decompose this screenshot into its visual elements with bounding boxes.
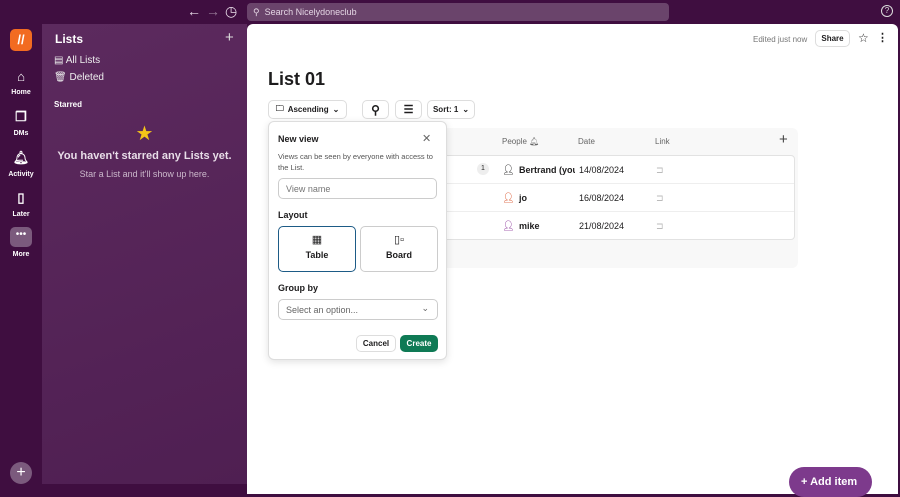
- bookmark-icon: ▯: [17, 190, 25, 205]
- lists-panel: Lists + ▤ All Lists 🗑︎ Deleted Starred ★…: [42, 24, 247, 484]
- starred-heading: Starred: [54, 100, 83, 109]
- empty-subtitle: Star a List and it'll show up here.: [79, 169, 210, 179]
- rail-home[interactable]: ⌂ Home: [0, 69, 42, 96]
- date-cell: 21/08/2024: [579, 221, 625, 231]
- filter-icon[interactable]: ☰: [395, 100, 422, 119]
- search-input[interactable]: ⚲ Search Nicelydoneclub: [247, 3, 669, 21]
- layout-board-option[interactable]: ▯▫ Board: [360, 226, 438, 272]
- edited-status: Edited just now: [753, 35, 808, 44]
- popover-title: New view: [278, 134, 319, 144]
- add-column-icon[interactable]: +: [779, 131, 788, 148]
- person-name: mike: [519, 221, 540, 231]
- star-outline-icon[interactable]: ☆: [858, 31, 869, 45]
- bell-icon: 🔔︎: [529, 137, 540, 146]
- create-new-icon[interactable]: +: [10, 462, 32, 484]
- kebab-menu-icon[interactable]: ⋮: [877, 31, 888, 44]
- link-icon[interactable]: ⊐: [656, 221, 664, 232]
- group-by-select[interactable]: Select an option... ⌄: [278, 299, 438, 320]
- empty-title: You haven't starred any Lists yet.: [57, 150, 232, 162]
- view-selector[interactable]: 🗀 Ascending ⌄: [268, 100, 347, 119]
- column-date[interactable]: Date: [578, 137, 595, 146]
- layout-label: Layout: [278, 210, 308, 220]
- rail-activity[interactable]: 🔔︎ Activity: [0, 150, 42, 178]
- search-button[interactable]: ⚲: [362, 100, 389, 119]
- dms-icon: ❐: [15, 109, 27, 124]
- column-people[interactable]: People 🔔︎: [502, 137, 539, 146]
- add-item-button[interactable]: + Add item: [789, 467, 872, 497]
- folder-icon: 🗀: [275, 103, 284, 113]
- history-icon[interactable]: ◷: [225, 3, 237, 20]
- group-by-label: Group by: [278, 283, 318, 293]
- page-title: List 01: [268, 69, 326, 89]
- comment-count-badge: 1: [477, 163, 489, 175]
- chevron-down-icon: ⌄: [332, 105, 340, 114]
- date-cell: 14/08/2024: [579, 165, 625, 175]
- avatar: 👤︎: [502, 165, 515, 176]
- all-lists-link[interactable]: ▤ All Lists: [54, 55, 100, 66]
- link-icon[interactable]: ⊐: [656, 165, 664, 176]
- rail-more[interactable]: More: [0, 251, 42, 258]
- board-icon: ▯▫: [394, 234, 404, 246]
- avatar: 👤︎: [502, 221, 515, 232]
- rail-dms[interactable]: ❐ DMs: [0, 109, 42, 137]
- avatar: 👤︎: [502, 193, 515, 204]
- star-icon: ★: [135, 123, 154, 145]
- workspace-logo[interactable]: //: [10, 29, 32, 51]
- new-view-popover: New view ✕ Views can be seen by everyone…: [268, 121, 447, 360]
- more-icon[interactable]: •••: [10, 227, 32, 247]
- person-name: jo: [519, 193, 527, 203]
- date-cell: 16/08/2024: [579, 193, 625, 203]
- home-icon: ⌂: [17, 69, 25, 84]
- help-icon[interactable]: ?: [881, 5, 893, 17]
- chevron-down-icon: ⌄: [462, 105, 470, 114]
- popover-description: Views can be seen by everyone with acces…: [278, 152, 433, 172]
- add-list-icon[interactable]: +: [225, 29, 234, 46]
- column-link[interactable]: Link: [655, 137, 670, 146]
- chevron-down-icon: ⌄: [421, 303, 429, 313]
- table-icon: ▦: [311, 234, 323, 246]
- deleted-link[interactable]: 🗑︎ Deleted: [54, 72, 104, 83]
- close-icon[interactable]: ✕: [422, 132, 431, 145]
- sort-button[interactable]: Sort: 1 ⌄: [427, 100, 475, 119]
- panel-title: Lists: [55, 32, 84, 46]
- forward-icon[interactable]: →: [206, 3, 220, 19]
- link-icon[interactable]: ⊐: [656, 193, 664, 204]
- person-name: Bertrand (you: [519, 165, 575, 175]
- search-icon: ⚲: [253, 6, 260, 17]
- view-name-input[interactable]: [278, 178, 437, 199]
- share-button[interactable]: Share: [815, 30, 850, 47]
- back-icon[interactable]: ←: [187, 3, 201, 19]
- layout-table-option[interactable]: ▦ Table: [278, 226, 356, 272]
- rail-later[interactable]: ▯ Later: [0, 190, 42, 218]
- create-button[interactable]: Create: [400, 335, 438, 352]
- bell-icon: 🔔︎: [12, 150, 30, 165]
- cancel-button[interactable]: Cancel: [356, 335, 396, 352]
